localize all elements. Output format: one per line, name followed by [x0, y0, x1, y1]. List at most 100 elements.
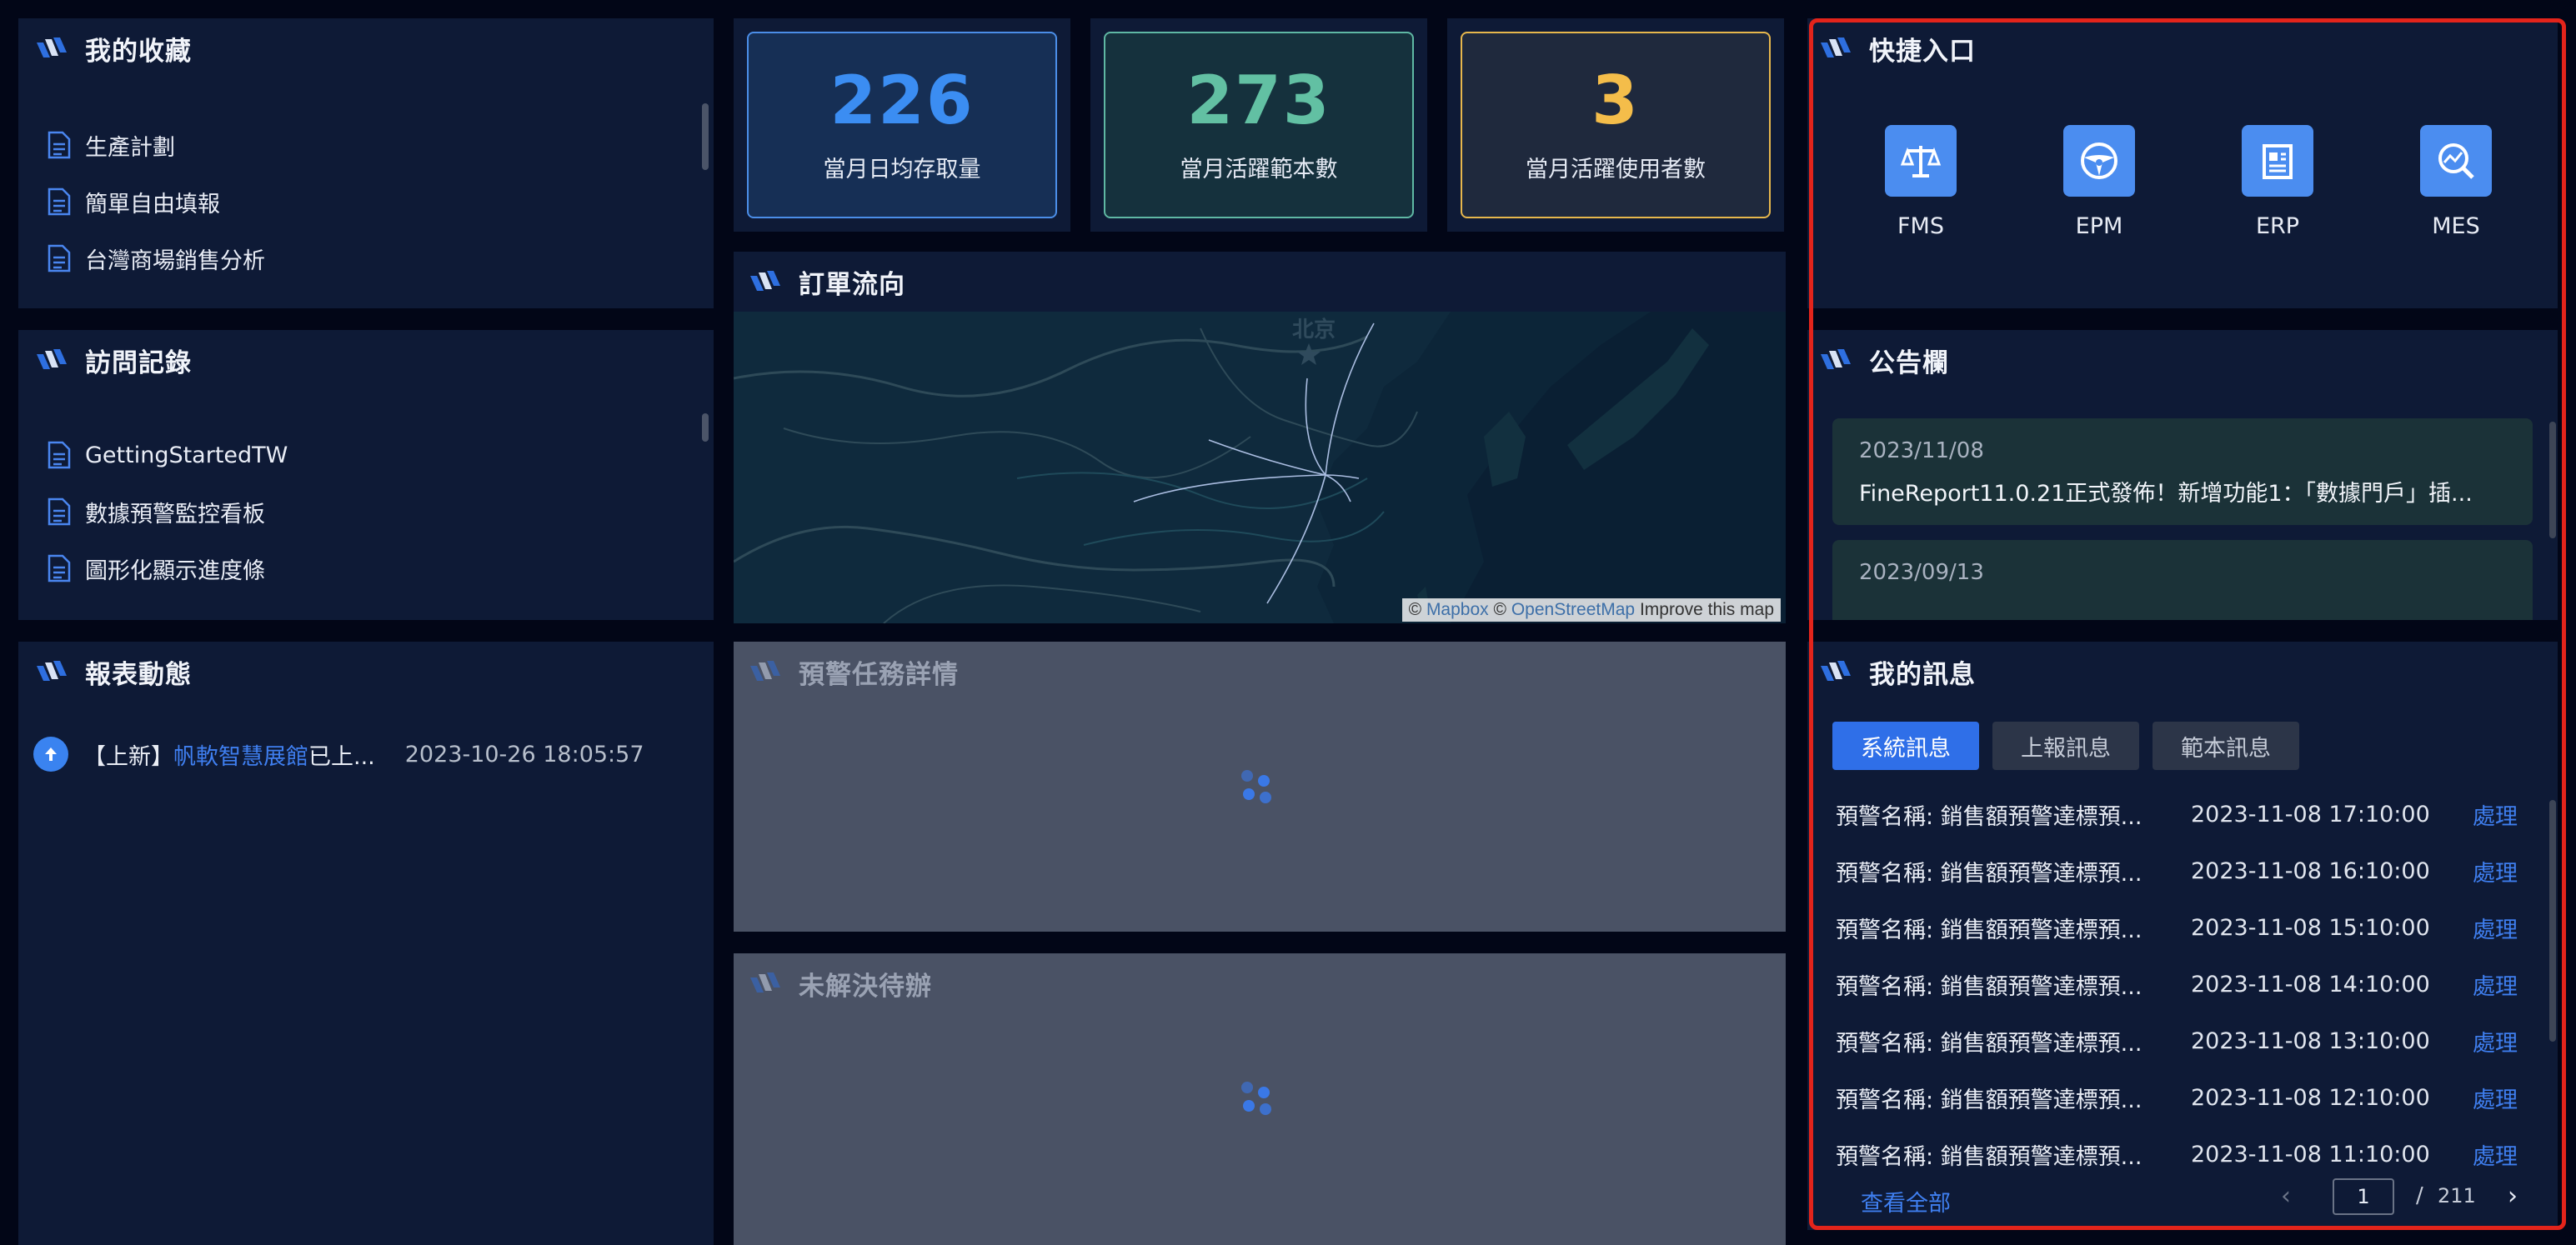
quick-entry-fms[interactable]: FMS — [1854, 125, 1987, 239]
map-graphic: 北京 — [734, 312, 1786, 623]
map-attribution: © Mapbox © OpenStreetMap Improve this ma… — [1401, 598, 1781, 622]
message-row[interactable]: 預警名稱: 銷售額預警達標預... 2023-11-08 11:10:00 處理 — [1836, 1126, 2529, 1182]
notice-board-panel: 公告欄 2023/11/08 FineReport11.0.21正式發佈！新增功… — [1807, 330, 2558, 620]
notice-item[interactable]: 2023/11/08 FineReport11.0.21正式發佈！新增功能1：「… — [1832, 418, 2533, 525]
report-tag: 【上新】 — [83, 743, 173, 770]
favorites-title: 我的收藏 — [85, 36, 192, 67]
alert-tasks-title: 預警任務詳情 — [799, 659, 959, 690]
notice-board-title: 公告欄 — [1869, 348, 1949, 378]
quick-entry-erp[interactable]: ERP — [2211, 125, 2344, 239]
notice-item[interactable]: 2023/09/13 — [1832, 540, 2533, 620]
notice-board-header: 公告欄 — [1821, 330, 1949, 390]
pending-title: 未解決待辦 — [799, 971, 932, 1002]
city-label: 北京 — [1292, 317, 1336, 342]
alert-tasks-panel: 預警任務詳情 — [734, 642, 1786, 932]
stat-label: 當月活躍範本數 — [1180, 156, 1338, 182]
messages-scrollbar[interactable] — [2549, 800, 2556, 1042]
messages-title: 我的訊息 — [1869, 659, 1976, 690]
message-row[interactable]: 預警名稱: 銷售額預警達標預... 2023-11-08 16:10:00 處理 — [1836, 842, 2529, 899]
messages-header: 我的訊息 — [1821, 642, 1976, 702]
message-row[interactable]: 預警名稱: 銷售額預警達標預... 2023-11-08 15:10:00 處理 — [1836, 899, 2529, 956]
report-activity-panel: 報表動態 — [18, 642, 714, 1245]
stat-panel-active-users: 3 當月活躍使用者數 — [1447, 18, 1784, 232]
message-time: 2023-11-08 11:10:00 — [2191, 1141, 2430, 1168]
view-all-link[interactable]: 查看全部 — [1861, 1185, 1951, 1218]
history-header: 訪問記錄 — [37, 330, 192, 390]
document-icon — [48, 554, 71, 582]
stat-label: 當月活躍使用者數 — [1526, 156, 1706, 182]
brand-logo-icon — [1821, 349, 1851, 369]
history-item[interactable]: 數據預警監控看板 — [47, 483, 288, 540]
stat-card: 226 當月日均存取量 — [747, 32, 1057, 218]
message-row[interactable]: 預警名稱: 銷售額預警達標預... 2023-11-08 14:10:00 處理 — [1836, 956, 2529, 1012]
report-activity-header: 報表動態 — [37, 642, 192, 702]
notice-date: 2023/09/13 — [1859, 560, 1984, 585]
order-flow-map[interactable]: 北京 © Mapbox © OpenStreetMap Improve this… — [734, 312, 1786, 623]
history-item[interactable]: 圖形化顯示進度條 — [47, 540, 288, 597]
handle-link[interactable]: 處理 — [2473, 968, 2518, 1001]
report-link[interactable]: 帆軟智慧展館 — [173, 738, 308, 771]
handle-link[interactable]: 處理 — [2473, 1025, 2518, 1058]
quick-entry-mes[interactable]: MES — [2389, 125, 2523, 239]
page-separator: / — [2416, 1183, 2423, 1208]
page-total: 211 — [2438, 1184, 2476, 1208]
next-page-icon[interactable]: › — [2508, 1182, 2518, 1211]
favorites-scrollbar[interactable] — [702, 103, 709, 170]
message-time: 2023-11-08 15:10:00 — [2191, 914, 2430, 941]
report-time: 2023-10-26 18:05:57 — [404, 741, 644, 768]
brand-logo-icon — [37, 349, 67, 369]
openstreetmap-link[interactable]: OpenStreetMap — [1511, 600, 1635, 619]
message-row[interactable]: 預警名稱: 銷售額預警達標預... 2023-11-08 12:10:00 處理 — [1836, 1069, 2529, 1126]
report-suffix: 已上... — [308, 743, 375, 770]
stat-card: 273 當月活躍範本數 — [1104, 32, 1414, 218]
favorite-item-label: 簡單自由填報 — [85, 191, 220, 218]
prev-page-icon[interactable]: ‹ — [2281, 1182, 2291, 1211]
quick-entry-epm[interactable]: EPM — [2032, 125, 2166, 239]
handle-link[interactable]: 處理 — [2473, 855, 2518, 888]
stat-value: 273 — [1186, 61, 1331, 139]
message-name: 預警名稱: 銷售額預警達標預... — [1836, 917, 2142, 943]
history-item-label: 圖形化顯示進度條 — [85, 558, 265, 584]
page-number-input[interactable] — [2333, 1178, 2394, 1215]
tab-template-messages[interactable]: 範本訊息 — [2153, 722, 2299, 770]
alert-tasks-header: 預警任務詳情 — [750, 642, 959, 702]
document-icon — [48, 441, 71, 469]
notice-text: FineReport11.0.21正式發佈！新增功能1：「數據門戶」插... — [1859, 481, 2473, 507]
tab-report-messages[interactable]: 上報訊息 — [1992, 722, 2139, 770]
stat-panel-daily-access: 226 當月日均存取量 — [734, 18, 1070, 232]
quick-entry-title: 快捷入口 — [1869, 36, 1976, 67]
favorite-item[interactable]: 台灣商場銷售分析 — [47, 230, 265, 287]
report-activity-row[interactable]: 【上新】 帆軟智慧展館 已上... 2023-10-26 18:05:57 — [33, 737, 644, 772]
message-time: 2023-11-08 12:10:00 — [2191, 1084, 2430, 1111]
steering-wheel-icon — [2063, 125, 2135, 197]
handle-link[interactable]: 處理 — [2473, 912, 2518, 944]
favorite-item[interactable]: 生產計劃 — [47, 117, 265, 173]
message-row[interactable]: 預警名稱: 銷售額預警達標預... 2023-11-08 13:10:00 處理 — [1836, 1012, 2529, 1069]
stat-label: 當月日均存取量 — [823, 156, 981, 182]
message-row[interactable]: 預警名稱: 銷售額預警達標預... 2023-11-08 17:10:00 處理 — [1836, 786, 2529, 842]
message-name: 預警名稱: 銷售額預警達標預... — [1836, 860, 2142, 887]
notice-date: 2023/11/08 — [1859, 438, 1984, 463]
order-flow-header: 訂單流向 — [750, 252, 905, 312]
history-item-label: 數據預警監控看板 — [85, 501, 265, 528]
message-time: 2023-11-08 17:10:00 — [2191, 801, 2430, 828]
document-icon — [48, 244, 71, 272]
message-name: 預警名稱: 銷售額預警達標預... — [1836, 1143, 2142, 1170]
loading-spinner-icon — [1241, 770, 1278, 807]
order-flow-panel: 訂單流向 北京 © Mapbox © OpenStreetMap Improve… — [734, 252, 1786, 623]
brand-logo-icon — [750, 972, 780, 992]
history-item[interactable]: GettingStartedTW — [47, 427, 288, 483]
handle-link[interactable]: 處理 — [2473, 1082, 2518, 1114]
favorite-item-label: 生產計劃 — [85, 134, 175, 161]
handle-link[interactable]: 處理 — [2473, 798, 2518, 831]
favorite-item[interactable]: 簡單自由填報 — [47, 173, 265, 230]
handle-link[interactable]: 處理 — [2473, 1138, 2518, 1171]
improve-map-link[interactable]: Improve this map — [1640, 600, 1774, 619]
tab-system-messages[interactable]: 系統訊息 — [1832, 722, 1979, 770]
notice-scrollbar[interactable] — [2549, 422, 2556, 538]
history-scrollbar[interactable] — [702, 413, 709, 442]
quick-entry-label: ERP — [2255, 213, 2300, 239]
quick-entry-label: MES — [2432, 213, 2480, 239]
mapbox-link[interactable]: Mapbox — [1426, 600, 1489, 619]
favorites-panel: 我的收藏 生產計劃 簡單自由填報 台灣商場銷售分析 — [18, 18, 714, 308]
